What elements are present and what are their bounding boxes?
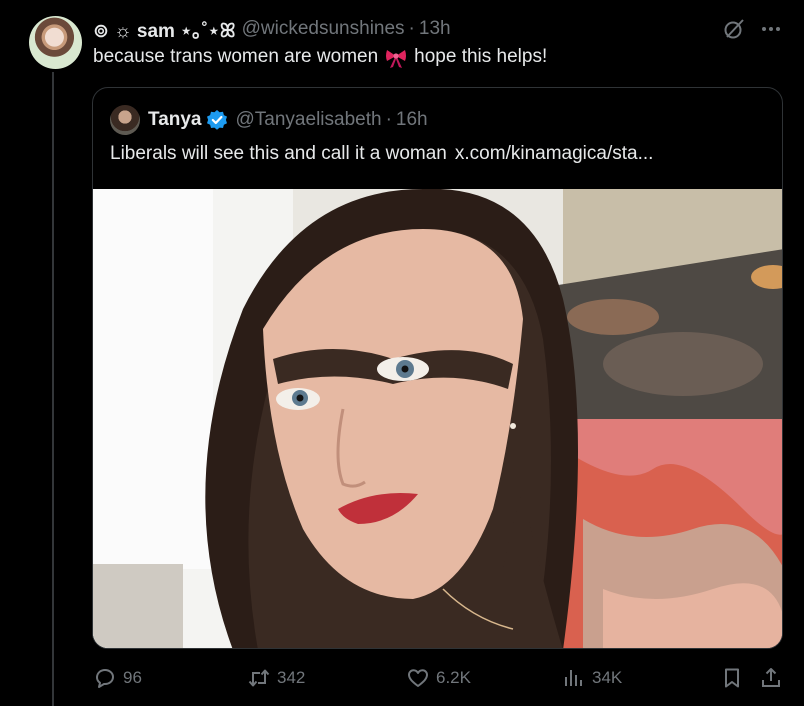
heart-icon	[408, 669, 428, 687]
verified-badge-icon	[206, 110, 227, 130]
views-count: 34K	[592, 668, 623, 687]
ribbon-bow-icon	[386, 50, 407, 68]
reply-icon	[96, 669, 114, 688]
tweet-text-before: because trans women are women	[93, 46, 379, 67]
like-button[interactable]: 6.2K	[406, 666, 471, 690]
photo-illustration	[93, 189, 782, 648]
bookmark-icon	[725, 668, 739, 688]
retweet-count: 342	[277, 668, 306, 687]
quote-header: Tanya @Tanyaelisabeth · 16h	[110, 104, 428, 136]
quote-body: Liberals will see this and call it a wom…	[110, 143, 447, 164]
views-button[interactable]: 34K	[562, 666, 622, 690]
quote-handle[interactable]: @Tanyaelisabeth	[236, 109, 382, 131]
separator-dot: ·	[408, 18, 415, 39]
bookmark-button[interactable]	[720, 666, 750, 690]
display-name[interactable]: ⊚ ☼ sam ⋆｡˚⋆ꕤ	[93, 16, 236, 43]
quoted-tweet[interactable]: Tanya @Tanyaelisabeth · 16h Liberals wil…	[92, 87, 783, 649]
reply-button[interactable]: 96	[93, 666, 142, 690]
share-icon	[762, 668, 780, 687]
quote-avatar[interactable]	[110, 105, 140, 135]
quote-photo[interactable]	[93, 189, 782, 648]
like-count: 6.2K	[436, 668, 471, 687]
tweet-header: ⊚ ☼ sam ⋆｡˚⋆ꕤ @wickedsunshines · 13h	[93, 16, 451, 43]
user-handle[interactable]: @wickedsunshines	[242, 18, 405, 40]
tweet-text: because trans women are women hope this …	[93, 45, 547, 69]
retweet-button[interactable]: 342	[247, 666, 305, 690]
views-icon	[565, 670, 582, 686]
quote-display-name[interactable]: Tanya	[148, 109, 202, 131]
quote-link[interactable]: x.com/kinamagica/sta...	[455, 143, 654, 164]
quote-text: Liberals will see this and call it a wom…	[110, 143, 653, 165]
more-icon[interactable]	[760, 18, 782, 40]
thread-line	[52, 72, 54, 706]
share-button[interactable]	[759, 666, 789, 690]
quote-timestamp[interactable]: 16h	[396, 109, 428, 131]
grok-icon[interactable]	[722, 17, 746, 41]
timestamp[interactable]: 13h	[419, 18, 451, 40]
reply-count: 96	[123, 668, 142, 687]
action-bar: 96 342 6.2K 34K	[93, 666, 783, 696]
retweet-icon	[248, 669, 270, 687]
tweet-text-after: hope this helps!	[414, 46, 548, 67]
avatar[interactable]	[29, 16, 82, 69]
quote-separator-dot: ·	[385, 109, 392, 130]
